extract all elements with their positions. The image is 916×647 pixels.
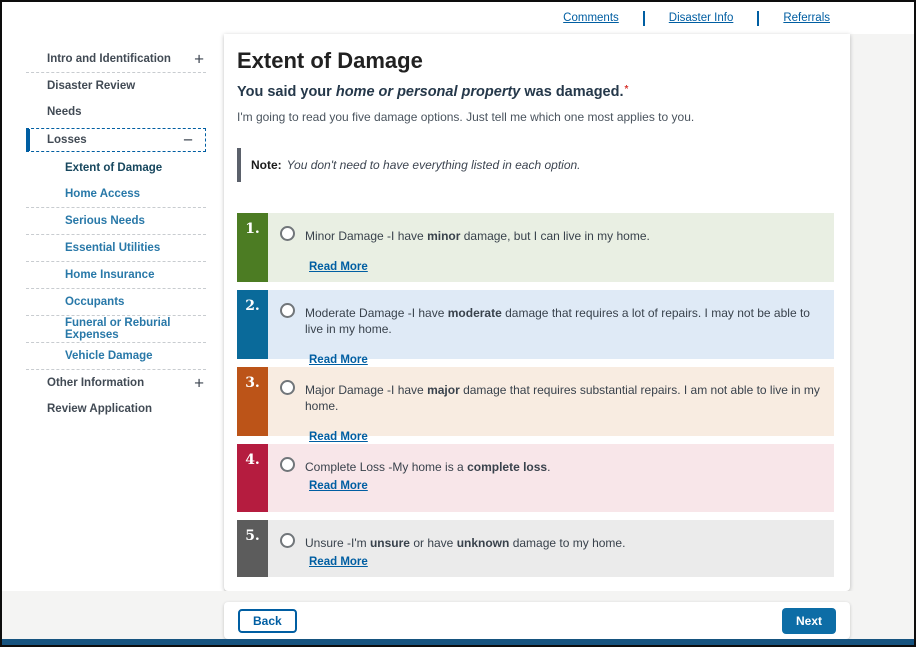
- option-body: Major Damage -I have major damage that r…: [268, 367, 834, 436]
- option-number-tab: 1.: [237, 213, 268, 282]
- plus-icon[interactable]: +: [194, 375, 204, 392]
- link-separator: [757, 11, 759, 26]
- sidebar-item-serious-needs[interactable]: Serious Needs: [2, 208, 224, 234]
- sidebar-item-label: Occupants: [65, 296, 124, 308]
- sidebar-item-home-insurance[interactable]: Home Insurance: [2, 262, 224, 288]
- sidebar-item-label: Home Insurance: [65, 269, 154, 281]
- option-row-complete-loss: 4. Complete Loss -My home is a complete …: [237, 444, 834, 512]
- note-text: You don't need to have everything listed…: [287, 158, 581, 172]
- sidebar-item-other-information[interactable]: Other Information +: [2, 370, 224, 396]
- referrals-link[interactable]: Referrals: [783, 12, 830, 24]
- content-area: Intro and Identification + Disaster Revi…: [2, 34, 914, 591]
- option-row-unsure: 5. Unsure -I'm unsure or have unknown da…: [237, 520, 834, 577]
- option-text: Moderate Damage -I have moderate damage …: [305, 303, 822, 337]
- option-number-tab: 3.: [237, 367, 268, 436]
- sidebar-item-label: Needs: [47, 106, 82, 118]
- option-number-tab: 4.: [237, 444, 268, 512]
- sidebar-item-label: Extent of Damage: [65, 162, 162, 174]
- radio-button[interactable]: [280, 226, 295, 241]
- option-body: Complete Loss -My home is a complete los…: [268, 444, 834, 512]
- sidebar: Intro and Identification + Disaster Revi…: [2, 34, 224, 591]
- sidebar-item-label: Funeral or Reburial Expenses: [65, 317, 224, 341]
- note-box: Note: You don't need to have everything …: [237, 148, 834, 182]
- sidebar-item-needs[interactable]: Needs: [2, 99, 224, 125]
- sidebar-item-label: Losses: [47, 134, 87, 146]
- navigation-button-bar: Back Next: [224, 602, 850, 639]
- minus-icon[interactable]: −: [183, 132, 193, 149]
- sidebar-item-label: Vehicle Damage: [65, 350, 153, 362]
- sidebar-item-funeral-or-reburial-expenses[interactable]: Funeral or Reburial Expenses: [2, 316, 224, 342]
- radio-button[interactable]: [280, 457, 295, 472]
- option-text: Minor Damage -I have minor damage, but I…: [305, 226, 650, 244]
- read-more-link[interactable]: Read More: [309, 431, 368, 443]
- required-marker: *: [625, 84, 629, 95]
- sidebar-item-label: Essential Utilities: [65, 242, 160, 254]
- radio-button[interactable]: [280, 533, 295, 548]
- sidebar-item-occupants[interactable]: Occupants: [2, 289, 224, 315]
- comments-link[interactable]: Comments: [563, 12, 619, 24]
- sidebar-item-review-application[interactable]: Review Application: [2, 396, 224, 422]
- bottom-band: Back Next: [2, 591, 914, 639]
- plus-icon[interactable]: +: [194, 51, 204, 68]
- option-row-major-damage: 3. Major Damage -I have major damage tha…: [237, 367, 834, 436]
- top-nav: Comments Disaster Info Referrals: [2, 2, 914, 34]
- sidebar-item-vehicle-damage[interactable]: Vehicle Damage: [2, 343, 224, 369]
- sidebar-item-label: Other Information: [47, 377, 144, 389]
- read-more-link[interactable]: Read More: [309, 261, 368, 273]
- option-number-tab: 2.: [237, 290, 268, 359]
- radio-button[interactable]: [280, 380, 295, 395]
- sidebar-item-extent-of-damage[interactable]: Extent of Damage: [2, 155, 224, 181]
- option-row-minor-damage: 1. Minor Damage -I have minor damage, bu…: [237, 213, 834, 282]
- disaster-info-link[interactable]: Disaster Info: [669, 12, 734, 24]
- option-body: Unsure -I'm unsure or have unknown damag…: [268, 520, 834, 577]
- read-more-link[interactable]: Read More: [309, 556, 368, 568]
- option-number-tab: 5.: [237, 520, 268, 577]
- radio-button[interactable]: [280, 303, 295, 318]
- option-text: Unsure -I'm unsure or have unknown damag…: [305, 533, 625, 551]
- read-more-link[interactable]: Read More: [309, 480, 368, 492]
- question-text: You said your home or personal property …: [237, 84, 834, 100]
- app-window: Comments Disaster Info Referrals Intro a…: [0, 0, 916, 647]
- main-panel: Extent of Damage You said your home or p…: [224, 34, 850, 591]
- sidebar-item-intro-and-identification[interactable]: Intro and Identification +: [2, 46, 224, 72]
- note-label: Note:: [251, 158, 282, 172]
- question-emphasis: home or personal property: [336, 84, 521, 100]
- option-body: Minor Damage -I have minor damage, but I…: [268, 213, 834, 282]
- read-more-link[interactable]: Read More: [309, 354, 368, 366]
- page-title: Extent of Damage: [237, 48, 834, 74]
- option-text: Major Damage -I have major damage that r…: [305, 380, 822, 414]
- sidebar-item-label: Intro and Identification: [47, 53, 171, 65]
- sidebar-item-home-access[interactable]: Home Access: [2, 181, 224, 207]
- option-text: Complete Loss -My home is a complete los…: [305, 457, 550, 475]
- damage-options-list: 1. Minor Damage -I have minor damage, bu…: [237, 213, 834, 577]
- sidebar-item-label: Home Access: [65, 188, 140, 200]
- next-button[interactable]: Next: [782, 608, 836, 634]
- sidebar-item-label: Serious Needs: [65, 215, 145, 227]
- sidebar-item-essential-utilities[interactable]: Essential Utilities: [2, 235, 224, 261]
- sidebar-item-disaster-review[interactable]: Disaster Review: [2, 73, 224, 99]
- question-suffix: was damaged.: [520, 84, 623, 100]
- sidebar-item-losses[interactable]: Losses −: [26, 128, 206, 152]
- back-button[interactable]: Back: [238, 609, 297, 633]
- sidebar-item-label: Disaster Review: [47, 80, 135, 92]
- footer-accent-bar: [2, 639, 914, 645]
- option-row-moderate-damage: 2. Moderate Damage -I have moderate dama…: [237, 290, 834, 359]
- question-prefix: You said your: [237, 84, 336, 100]
- sidebar-item-label: Review Application: [47, 403, 152, 415]
- link-separator: [643, 11, 645, 26]
- intro-text: I'm going to read you five damage option…: [237, 110, 834, 124]
- option-body: Moderate Damage -I have moderate damage …: [268, 290, 834, 359]
